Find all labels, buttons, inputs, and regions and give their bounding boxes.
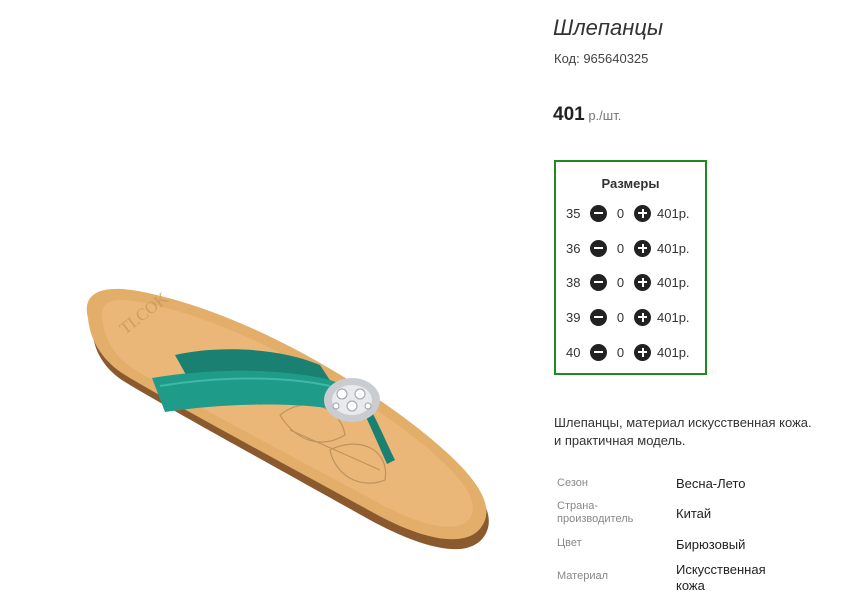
size-label: 36 [566,240,581,256]
decrease-quantity-button[interactable] [590,239,607,257]
spec-value: Искусственная кожа [676,562,766,593]
quantity-value: 0 [616,240,625,256]
increase-quantity-button[interactable] [634,239,651,257]
description-line: Шлепанцы, материал искусственная кожа. [554,415,812,430]
sizes-panel: Размеры 35 0 401р. 36 0 401р. 38 0 401р.… [554,160,707,375]
quantity-value: 0 [616,309,625,325]
sandal-sole-inner [101,299,474,527]
size-label: 35 [566,205,581,221]
price-amount: 401 [553,104,585,125]
rhinestone-ornament [324,378,380,422]
size-price: 401р. [657,205,690,221]
size-price: 401р. [657,274,690,290]
decrease-quantity-button[interactable] [590,273,607,291]
size-row-39: 39 0 401р. [566,307,690,327]
product-code: Код: 965640325 [554,51,649,66]
size-row-35: 35 0 401р. [566,203,690,223]
size-row-36: 36 0 401р. [566,238,690,258]
size-price: 401р. [657,240,690,256]
size-label: 39 [566,309,581,325]
increase-quantity-button[interactable] [634,343,651,361]
spec-label: Материал [557,570,608,582]
product-image: TI.COK [86,288,489,550]
size-row-40: 40 0 401р. [566,342,690,362]
spec-label: Сезон [557,477,588,489]
decrease-quantity-button[interactable] [590,204,607,222]
increase-quantity-button[interactable] [634,204,651,222]
price-unit: р./шт. [588,108,622,123]
sizes-title: Размеры [601,176,660,191]
spec-value: Бирюзовый [676,537,746,552]
size-price: 401р. [657,344,690,360]
product-price: 401 р./шт. [553,104,621,126]
spec-label: Цвет [557,537,582,549]
quantity-value: 0 [616,344,625,360]
description-line: и практичная модель. [554,433,686,448]
increase-quantity-button[interactable] [634,273,651,291]
product-description: Шлепанцы, материал искусственная кожа. и… [554,414,842,450]
increase-quantity-button[interactable] [634,308,651,326]
size-row-38: 38 0 401р. [566,272,690,292]
spec-value: Весна-Лето [676,476,746,491]
size-price: 401р. [657,309,690,325]
product-title: Шлепанцы [553,15,664,40]
quantity-value: 0 [616,205,625,221]
decrease-quantity-button[interactable] [590,308,607,326]
quantity-value: 0 [616,274,625,290]
spec-value: Китай [676,506,712,521]
size-label: 38 [566,274,581,290]
size-label: 40 [566,344,581,360]
spec-label: Страна-производитель [557,500,634,525]
decrease-quantity-button[interactable] [590,343,607,361]
